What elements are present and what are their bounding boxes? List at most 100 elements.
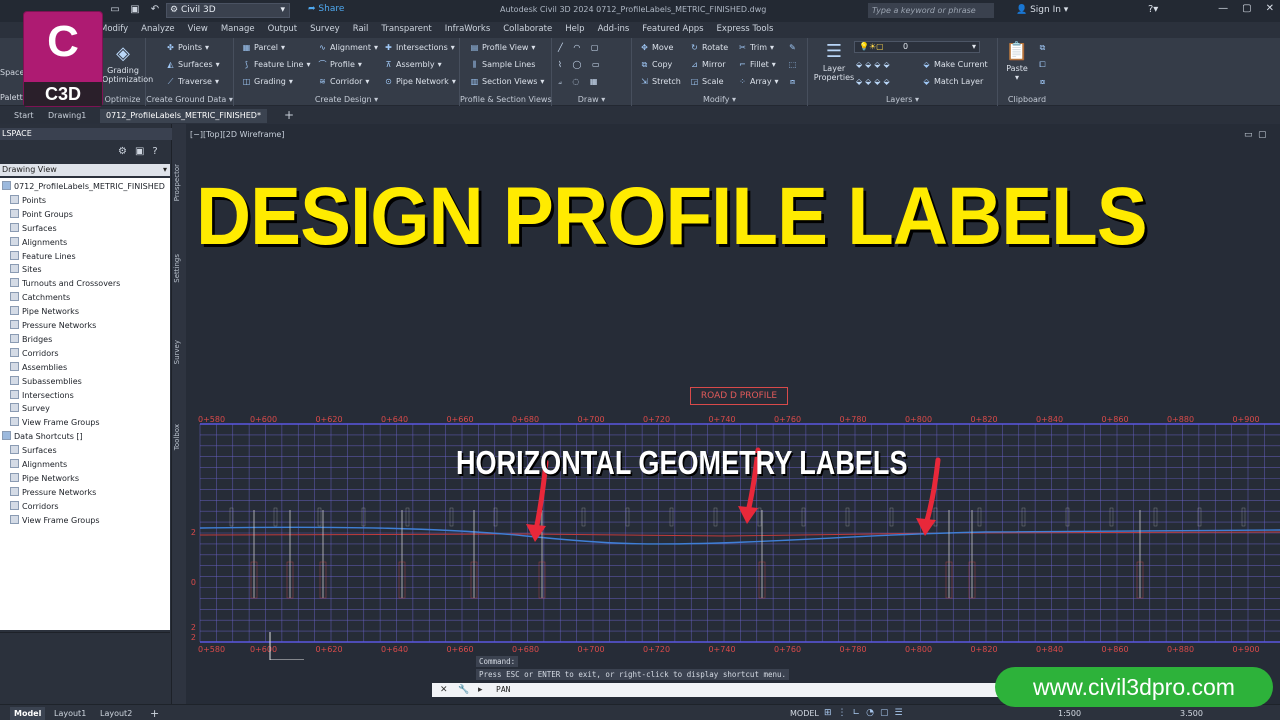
layer-dropdown[interactable]: 💡☀▢ 0 ▾ [854,41,980,53]
tree-item-surfaces[interactable]: Surfaces [0,222,57,235]
lineweight-icon[interactable]: ☰ [894,708,902,718]
ribbon-tab-rail[interactable]: Rail [353,24,369,34]
cut-button[interactable]: ⧠ [1038,60,1047,69]
ribbon-tab-add-ins[interactable]: Add-ins [598,24,630,34]
match-props-button[interactable]: ⧇ [1038,77,1047,86]
layers-title[interactable]: Layers ▾ [808,95,997,104]
vtab-prospector[interactable]: Prospector [173,164,181,201]
tree-item-catchments[interactable]: Catchments [0,291,70,304]
tree-item-feature-lines[interactable]: Feature Lines [0,250,76,263]
tree-root-data-shortcuts[interactable]: Data Shortcuts [] [0,430,83,443]
tab-drawing1[interactable]: Drawing1 [42,109,92,123]
ribbon-tab-express-tools[interactable]: Express Tools [717,24,774,34]
assembly-button[interactable]: ⊼ Assembly ▾ [384,60,442,69]
points-button[interactable]: ✤ Points ▾ [166,43,209,52]
profile-button[interactable]: ⌒ Profile ▾ [318,60,362,69]
minimize-icon[interactable]: — [1218,3,1228,14]
ribbon-tab-manage[interactable]: Manage [221,24,255,34]
draw-row-2[interactable]: ⌇ ◯ ▭ [558,60,604,69]
layer-tools-row-2[interactable]: ⬙⬙⬙⬙ [856,77,893,86]
tree-item-turnouts-and-crossovers[interactable]: Turnouts and Crossovers [0,277,120,290]
make-current-button[interactable]: ⬙ Make Current [922,60,987,69]
offset-button[interactable]: ⧈ [788,77,797,86]
mirror-button[interactable]: ⊿ Mirror [690,60,725,69]
section-views-button[interactable]: ▥ Section Views ▾ [470,77,545,86]
match-layer-button[interactable]: ⬙ Match Layer [922,77,983,86]
viewport-controls[interactable]: [−][Top][2D Wireframe] [190,130,284,139]
tab-start[interactable]: Start [8,109,40,123]
ribbon-tab-transparent[interactable]: Transparent [381,24,431,34]
tree-shortcut-pipe-networks[interactable]: Pipe Networks [0,472,79,485]
tree-item-point-groups[interactable]: Point Groups [0,208,73,221]
tree-item-pressure-networks[interactable]: Pressure Networks [0,319,96,332]
sample-lines-button[interactable]: ⫼ Sample Lines [470,60,536,69]
ribbon-tab-featured-apps[interactable]: Featured Apps [642,24,703,34]
ortho-icon[interactable]: ∟ [853,708,861,718]
rotate-button[interactable]: ↻ Rotate [690,43,728,52]
ribbon-tab-analyze[interactable]: Analyze [141,24,175,34]
tree-item-points[interactable]: Points [0,194,46,207]
tab-active-drawing[interactable]: 0712_ProfileLabels_METRIC_FINISHED* [100,109,267,123]
tree-item-bridges[interactable]: Bridges [0,333,52,346]
help-icon[interactable]: ? [152,146,157,157]
copy-button[interactable]: ⧉ Copy [640,60,673,69]
intersections-button[interactable]: ✚ Intersections ▾ [384,43,455,52]
grid-icon[interactable]: ⊞ [824,708,832,718]
array-button[interactable]: ⁘ Array ▾ [738,77,778,86]
command-customize-icon[interactable]: 🔧 [458,683,469,697]
layer-properties-button[interactable]: ☰ Layer Properties [812,42,856,83]
model-space-toggle[interactable]: MODEL [790,707,819,720]
tab-layout1[interactable]: Layout1 [50,707,90,720]
share-button[interactable]: ➦ Share [308,4,344,14]
ribbon-tab-view[interactable]: View [188,24,208,34]
layer-tools-row-1[interactable]: ⬙⬙⬙⬙ [856,60,893,69]
tree-shortcut-pressure-networks[interactable]: Pressure Networks [0,486,96,499]
traverse-button[interactable]: ⟋ Traverse ▾ [166,77,219,86]
grading-button[interactable]: ◫ Grading ▾ [242,77,293,86]
workspace-selector[interactable]: Civil 3D [166,3,290,18]
command-line[interactable]: ✕ 🔧 ▸ PAN [432,683,1000,697]
draw-title[interactable]: Draw ▾ [552,95,631,104]
viewport-maximize-icon[interactable]: ▢ [1258,130,1267,140]
ribbon-tab-help[interactable]: Help [565,24,584,34]
create-ground-data-title[interactable]: Create Ground Data ▾ [146,95,233,104]
tree-item-assemblies[interactable]: Assemblies [0,361,67,374]
modify-title[interactable]: Modify ▾ [632,95,807,104]
tree-item-sites[interactable]: Sites [0,263,42,276]
pipe-network-button[interactable]: ⊙ Pipe Network ▾ [384,77,456,86]
open-icon[interactable]: ▭ [108,3,122,17]
ribbon-tab-output[interactable]: Output [268,24,298,34]
help-icon[interactable]: ?▾ [1148,4,1158,15]
save-icon[interactable]: ▣ [128,3,142,17]
annotation-scale[interactable]: 1:500 [1058,707,1081,720]
draw-row-1[interactable]: ╱ ◠ ▢ [558,43,602,52]
erase-button[interactable]: ✎ [788,43,797,52]
tab-model[interactable]: Model [10,707,46,720]
vtab-settings[interactable]: Settings [173,254,181,283]
vtab-survey[interactable]: Survey [173,340,181,364]
tree-shortcut-alignments[interactable]: Alignments [0,458,67,471]
corridor-button[interactable]: ≋ Corridor ▾ [318,77,369,86]
grading-optimization-button[interactable]: ◈ Grading Optimization [102,44,153,85]
add-layout-button[interactable]: + [146,707,163,720]
tree-shortcut-view-frame-groups[interactable]: View Frame Groups [0,514,100,527]
ribbon-tab-infraworks[interactable]: InfraWorks [445,24,491,34]
view-selector[interactable]: Drawing View [0,164,170,176]
panel-view-icon[interactable]: ▣ [135,146,144,157]
command-close-icon[interactable]: ✕ [440,683,448,697]
tab-layout2[interactable]: Layout2 [96,707,136,720]
scale-button[interactable]: ◲ Scale [690,77,724,86]
stretch-button[interactable]: ⇲ Stretch [640,77,681,86]
ribbon-tab-survey[interactable]: Survey [310,24,340,34]
tree-item-subassemblies[interactable]: Subassemblies [0,375,82,388]
tree-root-drawing[interactable]: 0712_ProfileLabels_METRIC_FINISHED [0,180,165,193]
draw-row-3[interactable]: ⟓ ◌ ▦ [558,77,601,87]
tree-item-pipe-networks[interactable]: Pipe Networks [0,305,79,318]
osnap-icon[interactable]: ▢ [880,708,889,718]
trim-button[interactable]: ✂ Trim ▾ [738,43,774,52]
explode-button[interactable]: ⬚ [788,60,797,69]
tree-shortcut-surfaces[interactable]: Surfaces [0,444,57,457]
tree-item-survey[interactable]: Survey [0,402,50,415]
maximize-icon[interactable]: ▢ [1242,3,1251,14]
tree-item-view-frame-groups[interactable]: View Frame Groups [0,416,100,429]
